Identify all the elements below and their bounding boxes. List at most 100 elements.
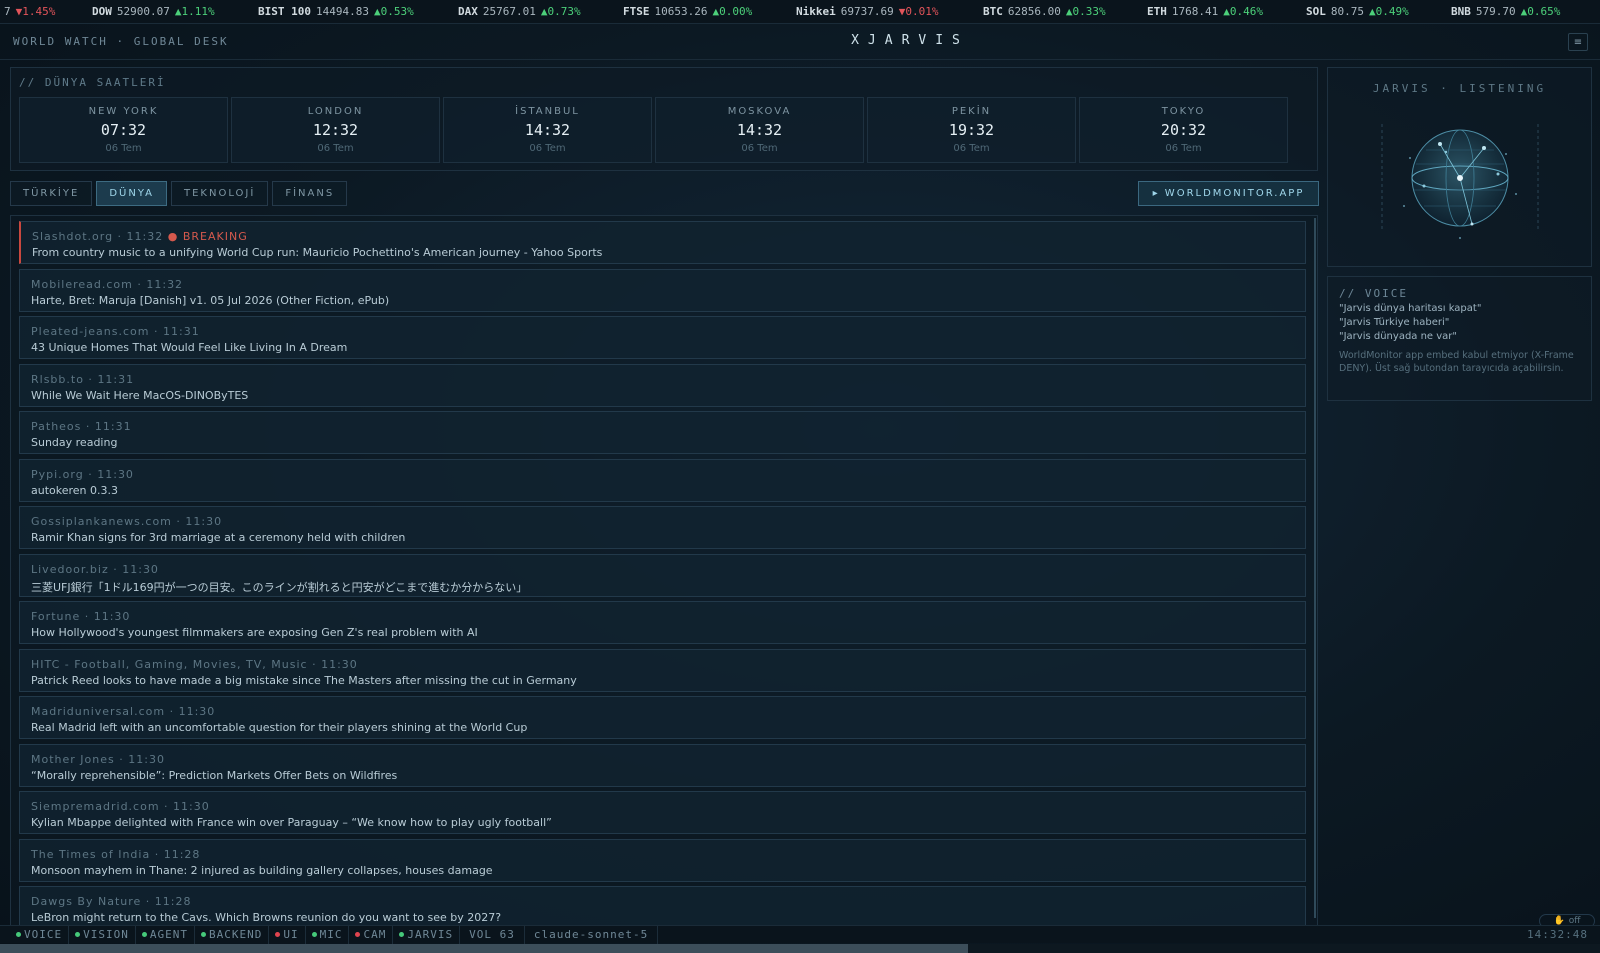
status-clock: 14:32:48 <box>1527 928 1588 941</box>
ticker-item: ETH 1768.41 ▲0.46% <box>1147 5 1263 18</box>
news-item[interactable]: HITC - Football, Gaming, Movies, TV, Mus… <box>19 648 1306 692</box>
ticker-value: 7 <box>4 5 11 18</box>
ticker-symbol: ETH <box>1147 5 1167 18</box>
news-source: Mobileread.com <box>31 277 133 291</box>
news-headline: Harte, Bret: Maruja [Danish] v1. 05 Jul … <box>31 293 390 307</box>
news-time: 11:30 <box>321 657 358 671</box>
news-item[interactable]: Mother Jones · 11:30 “Morally reprehensib… <box>19 743 1306 787</box>
tab-finans[interactable]: FİNANS <box>272 181 348 206</box>
progress-bar <box>0 944 1600 953</box>
news-item[interactable]: Dawgs By Nature · 11:28 LeBron might retu… <box>19 886 1306 926</box>
worldmonitor-label: ▸ WORLDMONITOR.APP <box>1152 188 1305 199</box>
news-headline: Kylian Mbappe delighted with France win … <box>31 816 552 829</box>
news-source: Pypi.org <box>31 467 84 481</box>
status-label: MIC <box>319 928 343 941</box>
news-item[interactable]: Pleated-jeans.com · 11:31 43 Unique Homes… <box>19 316 1306 359</box>
ticker-change: ▲0.33% <box>1065 5 1106 18</box>
news-headline: From country music to a unifying World C… <box>32 246 603 259</box>
news-meta: Pleated-jeans.com · 11:31 <box>31 325 200 338</box>
news-time: 11:30 <box>173 800 210 813</box>
tab-dnya[interactable]: DÜNYA <box>96 181 167 206</box>
tab-teknoloji[interactable]: TEKNOLOJİ <box>171 181 269 206</box>
news-tabs: TÜRKİYE DÜNYA TEKNOLOJİ FİNANS <box>10 181 348 206</box>
news-meta: Patheos · 11:31 <box>31 420 132 433</box>
status-dot-icon <box>311 932 317 937</box>
ticker-change: ▲0.73% <box>540 5 581 18</box>
clock-date: 06 Tem <box>953 143 990 154</box>
news-item[interactable]: Siempremadrid.com · 11:30 Kylian Mbappe d… <box>19 791 1306 834</box>
status-dot-icon <box>355 932 361 937</box>
clock-time: 19:32 <box>948 121 995 139</box>
status-dot-icon <box>16 932 21 937</box>
news-source: Slashdot.org <box>32 230 114 243</box>
news-item[interactable]: Madriduniversal.com · 11:30 Real Madrid l… <box>19 696 1306 739</box>
status-jarvis: JARVIS <box>393 925 461 944</box>
news-source: Pleated-jeans.com <box>31 325 150 338</box>
menu-button[interactable]: ≡ <box>1568 33 1588 51</box>
clock-date: 06 Tem <box>105 143 142 154</box>
voice-panel: // VOICE "Jarvis dünya haritası kapat" "J… <box>1327 276 1592 401</box>
news-item[interactable]: The Times of India · 11:28 Monsoon mayhem… <box>19 838 1306 882</box>
world-clock-istanbul: İSTANBUL 14:32 06 Tem <box>443 97 652 163</box>
news-meta: Livedoor.biz · 11:30 <box>31 562 159 576</box>
news-source: Dawgs By Nature <box>31 895 142 908</box>
world-clocks-panel: // DÜNYA SAATLERİ NEW YORK 07:32 06 Tem LON… <box>10 67 1318 171</box>
status-bar: VOICE VISION AGENT BACKEND UI MIC CAM JARVIS VOL… <box>0 925 1600 944</box>
status-vision: VISION <box>69 925 136 944</box>
news-meta: Siempremadrid.com · 11:30 <box>31 800 210 813</box>
volume-indicator: VOL 63 <box>460 925 525 944</box>
ticker-value: 80.75 <box>1330 5 1364 18</box>
news-item[interactable]: Fortune · 11:30 How Hollywood's youngest … <box>19 601 1306 644</box>
jarvis-orb-icon <box>1381 124 1539 239</box>
status-ui: UI <box>269 925 306 944</box>
news-scrollbar[interactable] <box>1314 218 1316 918</box>
clock-time: 14:32 <box>524 121 571 139</box>
news-source: Madriduniversal.com <box>31 705 166 718</box>
news-meta: Madriduniversal.com · 11:30 <box>31 705 216 718</box>
status-mic: MIC <box>306 925 350 944</box>
news-time: 11:31 <box>97 372 135 386</box>
news-item[interactable]: Pypi.org · 11:30 autokeren 0.3.3 <box>19 458 1306 502</box>
status-label: AGENT <box>149 928 188 941</box>
clock-city: TOKYO <box>1161 106 1206 117</box>
news-item[interactable]: Gossiplankanews.com · 11:30 Ramir Khan si… <box>19 506 1306 549</box>
ticker-symbol: BNB <box>1451 5 1471 18</box>
news-item[interactable]: Patheos · 11:31 Sunday reading <box>19 411 1306 454</box>
news-meta: Gossiplankanews.com · 11:30 <box>31 515 223 528</box>
clock-date: 06 Tem <box>1165 143 1202 154</box>
news-time: 11:30 <box>93 610 131 623</box>
news-headline: “Morally reprehensible”: Prediction Mark… <box>31 768 398 782</box>
ticker-change: ▼1.45% <box>15 5 56 18</box>
ticker-value: 69737.69 <box>840 5 894 18</box>
ticker-change: ▲0.49% <box>1369 5 1409 18</box>
ticker-change: ▲0.65% <box>1520 5 1561 18</box>
status-dot-icon <box>201 932 206 937</box>
clock-date: 06 Tem <box>529 143 566 154</box>
worldmonitor-button[interactable]: ▸ WORLDMONITOR.APP <box>1138 181 1319 206</box>
world-clock-moskova: MOSKOVA 14:32 06 Tem <box>655 97 864 163</box>
ticker-item: FTSE 10653.26 ▲0.00% <box>623 5 752 18</box>
ticker-symbol: SOL <box>1306 5 1326 18</box>
ticker-value: 14494.83 <box>315 5 369 18</box>
news-feed[interactable]: Slashdot.org · 11:32 ● BREAKING From coun… <box>10 215 1318 927</box>
voice-command: "Jarvis dünyada ne var" <box>1339 331 1458 342</box>
news-item[interactable]: Slashdot.org · 11:32 ● BREAKING From coun… <box>19 221 1306 264</box>
clock-time: 07:32 <box>100 121 147 139</box>
ticker-symbol: DOW <box>92 5 112 18</box>
news-item[interactable]: Mobileread.com · 11:32 Harte, Bret: Maruj… <box>19 268 1306 312</box>
progress-fill <box>0 944 968 953</box>
news-headline: Monsoon mayhem in Thane: 2 injured as bu… <box>31 863 493 877</box>
jarvis-panel: JARVIS · LISTENING <box>1327 67 1592 267</box>
clock-city: LONDON <box>307 106 364 117</box>
news-item[interactable]: Rlsbb.to · 11:31 While We Wait Here MacOS… <box>19 363 1306 407</box>
ticker-change: ▲1.11% <box>174 5 215 18</box>
clock-time: 14:32 <box>736 121 783 139</box>
jarvis-status: JARVIS · LISTENING <box>1372 82 1547 95</box>
news-meta: Slashdot.org · 11:32 ● BREAKING <box>32 230 248 243</box>
tab-trkiye[interactable]: TÜRKİYE <box>10 181 93 206</box>
news-item[interactable]: Livedoor.biz · 11:30 三菱UFJ銀行「1ドル169円が一つの目… <box>19 553 1306 597</box>
world-clock-pekin: PEKİN 19:32 06 Tem <box>867 97 1076 163</box>
ticker-item: DAX 25767.01 ▲0.73% <box>458 5 581 18</box>
menu-icon: ≡ <box>1573 36 1583 48</box>
news-meta: Dawgs By Nature · 11:28 <box>31 895 192 908</box>
